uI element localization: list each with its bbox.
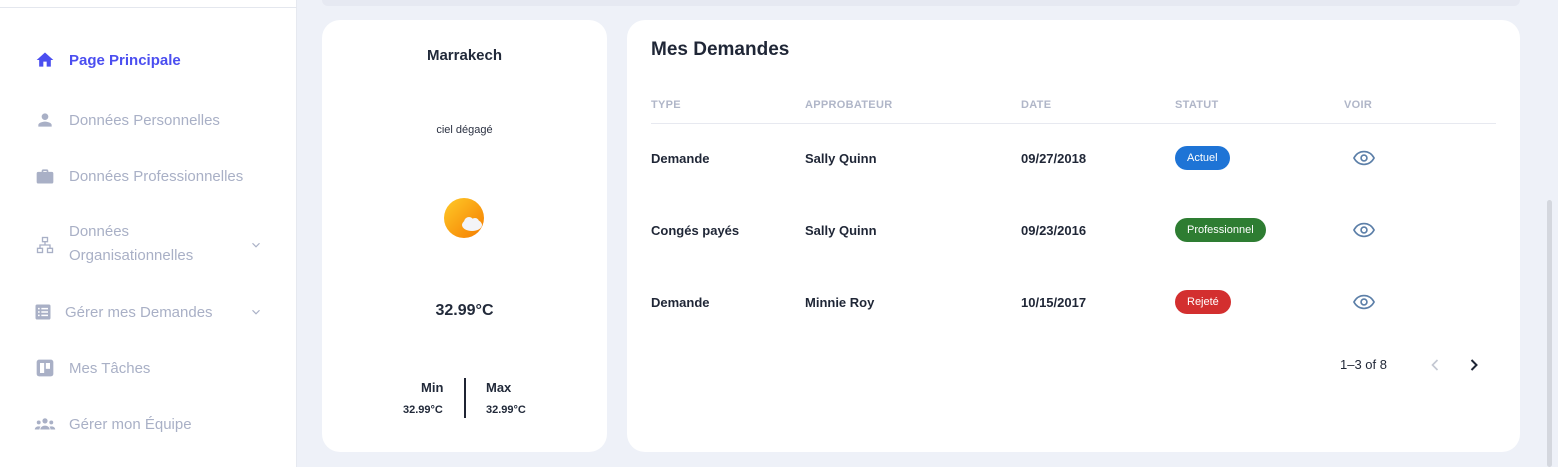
requests-title: Mes Demandes [651, 39, 790, 60]
previous-page-icon[interactable] [1425, 355, 1445, 375]
sidebar-item-label: Gérer mes Demandes [65, 303, 213, 321]
sidebar-item-gerer-mes-demandes[interactable]: Gérer mes Demandes [0, 300, 297, 324]
column-header-date: DATE [1021, 99, 1052, 111]
cell-approver: Minnie Roy [805, 295, 875, 310]
sidebar-item-donnees-personnelles[interactable]: Données Personnelles [0, 108, 297, 132]
status-badge: Actuel [1175, 146, 1230, 170]
sidebar-item-label: Mes Tâches [69, 359, 151, 377]
chevron-down-icon [252, 242, 260, 248]
sidebar: Page Principale Données Personnelles Don… [0, 0, 297, 467]
sidebar-item-page-principale[interactable]: Page Principale [0, 48, 297, 72]
column-header-status: STATUT [1175, 99, 1219, 111]
column-header-type: TYPE [651, 99, 681, 111]
org-chart-icon [34, 234, 56, 256]
home-icon [34, 49, 56, 71]
column-header-view: VOIR [1344, 99, 1373, 111]
status-badge: Rejeté [1175, 290, 1231, 314]
cell-date: 09/23/2016 [1021, 223, 1087, 238]
weather-city: Marrakech [426, 47, 503, 64]
sidebar-item-gerer-mon-equipe[interactable]: Gérer mon Équipe [0, 412, 297, 436]
weather-temperature: 32.99°C [435, 302, 494, 319]
top-bar-shadow [322, 0, 1520, 6]
sidebar-item-label-line2: Organisationnelles [69, 247, 194, 264]
sidebar-item-donnees-professionnelles[interactable]: Données Professionnelles [0, 164, 297, 188]
pagination-info: 1–3 of 8 [1340, 357, 1387, 372]
briefcase-icon [34, 165, 56, 187]
sidebar-item-mes-taches[interactable]: Mes Tâches [0, 356, 297, 380]
eye-icon[interactable] [1353, 294, 1375, 310]
sun-cloud-icon [444, 198, 484, 238]
cell-approver: Sally Quinn [805, 151, 877, 166]
cell-type: Congés payés [651, 223, 740, 238]
weather-card: Marrakech ciel dégagé 32.99°C Min 32.99°… [322, 20, 607, 452]
sidebar-item-donnees-organisationnelles[interactable]: Données Organisationnelles [0, 220, 297, 270]
sidebar-item-label-line1: Données [69, 223, 130, 240]
board-icon [34, 357, 56, 379]
cell-type: Demande [651, 295, 710, 310]
sidebar-item-label: Gérer mon Équipe [69, 415, 192, 433]
cell-approver: Sally Quinn [805, 223, 877, 238]
team-icon [34, 413, 56, 435]
list-icon [32, 301, 54, 323]
sidebar-divider [0, 7, 297, 8]
cell-date: 09/27/2018 [1021, 151, 1087, 166]
sidebar-item-label: Page Principale [69, 51, 181, 69]
chevron-down-icon [252, 309, 260, 315]
column-header-approver: APPROBATEUR [805, 99, 893, 111]
eye-icon[interactable] [1353, 222, 1375, 238]
sidebar-item-label: Données Personnelles [69, 111, 220, 129]
weather-max-label: Max [486, 380, 512, 395]
next-page-icon[interactable] [1464, 355, 1484, 375]
table-header-divider [651, 123, 1496, 124]
sidebar-item-label: Données Professionnelles [69, 167, 244, 185]
weather-description: ciel dégagé [436, 124, 493, 136]
cell-type: Demande [651, 151, 710, 166]
weather-min-label: Min [421, 380, 444, 395]
cell-date: 10/15/2017 [1021, 295, 1087, 310]
weather-divider [464, 378, 466, 418]
person-icon [34, 109, 56, 131]
eye-icon[interactable] [1353, 150, 1375, 166]
weather-max-value: 32.99°C [486, 404, 526, 416]
weather-min-value: 32.99°C [403, 404, 443, 416]
status-badge: Professionnel [1175, 218, 1266, 242]
requests-card: Mes Demandes TYPE APPROBATEUR DATE STATU… [627, 20, 1520, 452]
scrollbar[interactable] [1547, 200, 1552, 467]
